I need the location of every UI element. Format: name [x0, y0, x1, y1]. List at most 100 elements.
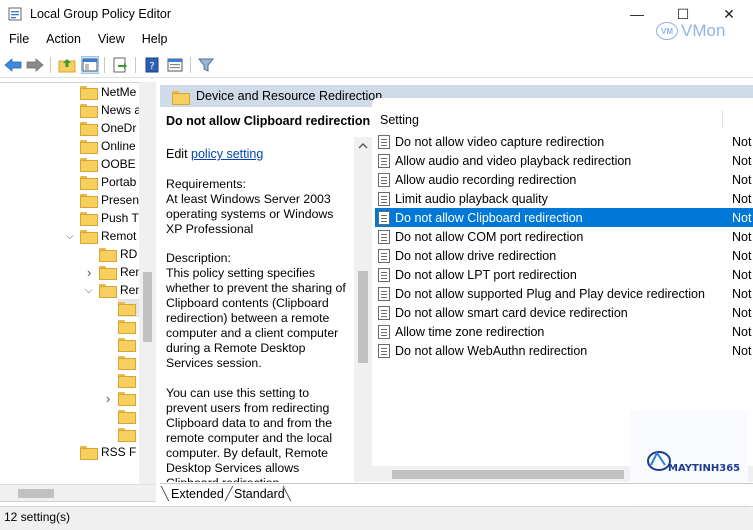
- tree-item[interactable]: RD: [99, 245, 137, 263]
- folder-icon: [118, 374, 136, 388]
- table-row[interactable]: Do not allow WebAuthn redirection Not: [372, 341, 753, 360]
- table-row[interactable]: Do not allow COM port redirection Not: [372, 227, 753, 246]
- chevron-right-icon[interactable]: ›: [106, 391, 110, 406]
- menu-action[interactable]: Action: [37, 30, 89, 50]
- up-folder-icon[interactable]: [58, 56, 76, 74]
- menu-file[interactable]: File: [0, 30, 37, 50]
- folder-icon: [80, 176, 98, 190]
- folder-icon: [80, 446, 98, 460]
- tree-item[interactable]: [118, 299, 139, 317]
- policy-title: Do not allow Clipboard redirection: [166, 114, 371, 128]
- tree-item[interactable]: ⌵ Ren: [85, 281, 142, 299]
- tree-item[interactable]: [118, 371, 139, 389]
- policy-setting-icon: [378, 229, 390, 244]
- folder-icon: [80, 104, 98, 118]
- requirements-text: At least Windows Server 2003 operating s…: [166, 192, 334, 236]
- menu-view[interactable]: View: [89, 30, 133, 50]
- table-row[interactable]: Limit audio playback quality Not: [372, 189, 753, 208]
- folder-icon: [80, 212, 98, 226]
- tree-item[interactable]: Presen: [80, 191, 139, 209]
- tree-item[interactable]: RSS F: [80, 443, 136, 461]
- list-hscroll-thumb[interactable]: [392, 470, 624, 479]
- back-arrow-icon[interactable]: [4, 56, 22, 74]
- setting-name: Do not allow COM port redirection: [395, 229, 584, 244]
- tree-item-label: Push T: [101, 211, 139, 225]
- chevron-right-icon[interactable]: ›: [87, 265, 91, 280]
- table-row[interactable]: Allow time zone redirection Not: [372, 322, 753, 341]
- table-row[interactable]: Allow audio and video playback redirecti…: [372, 151, 753, 170]
- setting-name: Do not allow video capture redirection: [395, 134, 605, 149]
- column-header-setting[interactable]: Setting: [380, 113, 419, 127]
- minimize-icon: —: [630, 6, 644, 22]
- policy-setting-icon: [378, 172, 390, 187]
- show-hide-tree-icon[interactable]: [81, 56, 99, 74]
- tree-hscroll-thumb[interactable]: [18, 489, 54, 498]
- tree-item[interactable]: [118, 407, 139, 425]
- minimize-button[interactable]: —: [614, 0, 660, 28]
- properties-icon[interactable]: [166, 56, 184, 74]
- tree-item[interactable]: [118, 335, 139, 353]
- setting-state: Not: [732, 210, 752, 225]
- menu-help[interactable]: Help: [133, 30, 176, 50]
- column-divider[interactable]: [722, 110, 723, 128]
- tree-item[interactable]: [118, 425, 139, 443]
- edit-line: Edit policy setting: [166, 147, 263, 161]
- status-bar: [0, 506, 753, 530]
- svg-text:?: ?: [149, 61, 154, 72]
- policy-setting-icon: [378, 305, 390, 320]
- chevron-down-icon[interactable]: ⌵: [85, 285, 93, 296]
- folder-icon: [80, 122, 98, 136]
- tab-standard[interactable]: Standard: [234, 487, 285, 501]
- table-row[interactable]: Do not allow drive redirection Not: [372, 246, 753, 265]
- tree-item-label: OneDr: [101, 121, 137, 135]
- scroll-up-icon[interactable]: [358, 143, 368, 149]
- setting-state: Not: [732, 267, 752, 282]
- forward-arrow-icon[interactable]: [26, 56, 44, 74]
- table-row[interactable]: Do not allow video capture redirection No…: [372, 132, 753, 151]
- filter-icon[interactable]: [197, 56, 215, 74]
- tree-item[interactable]: ⌵ Remot: [66, 227, 136, 245]
- tree-item[interactable]: Portab: [80, 173, 136, 191]
- tree-item-label: Presen: [101, 193, 140, 207]
- requirements-label: Requirements:: [166, 177, 246, 191]
- description-scroll-thumb[interactable]: [358, 271, 368, 363]
- tree-horizontal-scrollbar[interactable]: [0, 484, 156, 501]
- setting-name: Limit audio playback quality: [395, 191, 548, 206]
- tree-item[interactable]: Online: [80, 137, 136, 155]
- tree-scroll-thumb[interactable]: [143, 272, 152, 342]
- tree-item-label: RSS F: [101, 445, 137, 459]
- setting-name: Do not allow drive redirection: [395, 248, 557, 263]
- table-row[interactable]: Do not allow smart card device redirecti…: [372, 303, 753, 322]
- tree-item[interactable]: [118, 317, 139, 335]
- folder-icon: [118, 392, 136, 406]
- chevron-down-icon[interactable]: ⌵: [66, 231, 74, 242]
- edit-policy-link[interactable]: policy setting: [191, 147, 263, 161]
- table-row[interactable]: Do not allow supported Plug and Play dev…: [372, 284, 753, 303]
- table-row[interactable]: Allow audio recording redirection Not: [372, 170, 753, 189]
- folder-icon: [99, 266, 117, 280]
- setting-state: Not: [732, 305, 752, 320]
- table-row[interactable]: Do not allow Clipboard redirection Not: [375, 208, 753, 227]
- tree-item[interactable]: › Ren: [87, 263, 142, 281]
- table-row[interactable]: Do not allow LPT port redirection Not: [372, 265, 753, 284]
- tree-item[interactable]: OneDr: [80, 119, 136, 137]
- setting-name: Allow audio recording redirection: [395, 172, 577, 187]
- setting-state: Not: [732, 229, 752, 244]
- tree-item[interactable]: OOBE: [80, 155, 136, 173]
- tree-item[interactable]: ›: [106, 389, 139, 407]
- tree-item[interactable]: NetMe: [80, 83, 136, 101]
- tree-item-label: OOBE: [101, 157, 136, 171]
- tree-item[interactable]: News a: [80, 101, 141, 119]
- help-icon[interactable]: ?: [143, 56, 161, 74]
- policy-setting-icon: [378, 134, 390, 149]
- folder-icon: [118, 320, 136, 334]
- description-label: Description:: [166, 251, 231, 265]
- tree-item[interactable]: Push T: [80, 209, 139, 227]
- tab-extended[interactable]: Extended: [171, 487, 224, 501]
- navigation-tree[interactable]: NetMe News a OneDr Online OOBE Portab Presen Pu…: [0, 82, 156, 502]
- tree-item-label: NetMe: [101, 85, 137, 99]
- description-pane: Do not allow Clipboard redirection Edit …: [160, 107, 372, 482]
- export-list-icon[interactable]: [111, 56, 129, 74]
- folder-icon: [118, 338, 136, 352]
- tree-item[interactable]: [118, 353, 139, 371]
